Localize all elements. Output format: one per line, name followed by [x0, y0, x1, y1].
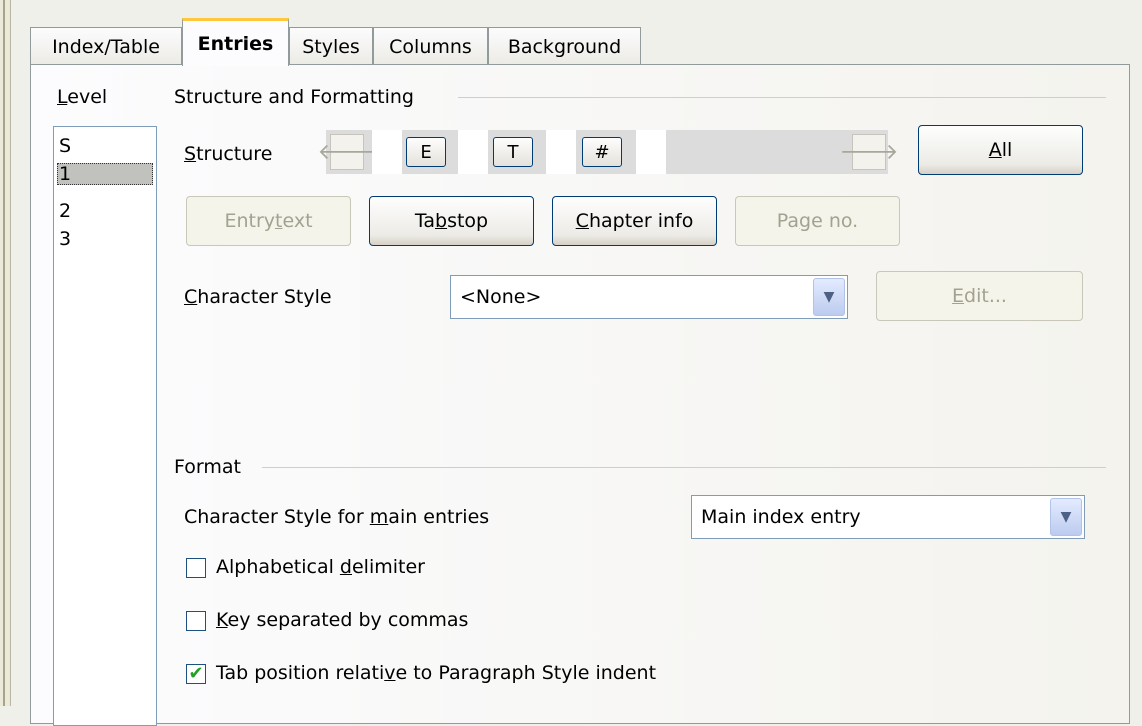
tab-index-table[interactable]: Index/Table — [30, 27, 182, 65]
tab-background[interactable]: Background — [488, 27, 641, 65]
structure-text-slot[interactable] — [636, 130, 666, 174]
character-style-label: Character Style — [184, 286, 332, 308]
tab-label: Entries — [197, 32, 274, 55]
list-item[interactable]: 2 — [59, 200, 71, 222]
tab-position-label: Tab position relative to Paragraph Style… — [216, 662, 657, 684]
structure-formatting-heading: Structure and Formatting — [174, 86, 414, 108]
structure-text-slot[interactable] — [372, 130, 402, 174]
character-style-select[interactable]: <None> ▼ — [450, 275, 848, 319]
chevron-down-icon[interactable]: ▼ — [1050, 498, 1082, 536]
group-divider — [458, 97, 1106, 98]
page-number-button[interactable]: Pa g e no. — [735, 196, 900, 246]
format-heading: Format — [174, 456, 241, 478]
list-item[interactable]: 3 — [59, 228, 71, 250]
tab-label: Index/Table — [52, 35, 160, 58]
tab-stop-button[interactable]: Ta b stop — [369, 196, 534, 246]
main-entries-label: Character Style for main entries — [184, 506, 490, 528]
chevron-down-icon[interactable]: ▼ — [813, 278, 845, 316]
scroll-left-icon[interactable]: 🡐 — [318, 134, 377, 170]
key-separated-label: Key separated by commas — [216, 609, 469, 631]
level-listbox[interactable]: S 1 2 3 — [53, 126, 157, 726]
key-separated-checkbox[interactable] — [186, 611, 206, 631]
tab-entries[interactable]: Entries — [182, 18, 289, 66]
structure-label: Structure — [184, 143, 273, 165]
entry-text-button[interactable]: Entry t ext — [186, 196, 351, 246]
select-value: Main index entry — [701, 506, 861, 528]
token-entry[interactable]: E — [406, 137, 446, 167]
edit-button[interactable]: Edit... — [876, 271, 1083, 321]
tab-position-checkbox[interactable]: ✔ — [186, 664, 206, 684]
chapter-info-button[interactable]: Chapter info — [552, 196, 717, 246]
token-page-number[interactable]: # — [582, 137, 622, 167]
checkmark-icon: ✔ — [188, 663, 204, 684]
list-item-selected[interactable]: 1 — [57, 163, 153, 185]
tab-columns[interactable]: Columns — [373, 27, 488, 65]
tab-label: Columns — [389, 35, 472, 58]
structure-text-slot[interactable] — [458, 130, 488, 174]
all-button[interactable]: All — [918, 125, 1083, 175]
select-value: <None> — [460, 286, 542, 308]
structure-editor[interactable]: 🡐 E T # 🡒 — [318, 130, 899, 174]
structure-text-slot[interactable] — [546, 130, 576, 174]
list-item[interactable]: S — [59, 135, 71, 157]
alphabetical-delimiter-label: Alphabetical delimiter — [216, 556, 425, 578]
tab-label: Background — [507, 35, 622, 58]
tab-label: Styles — [302, 35, 360, 58]
alphabetical-delimiter-checkbox[interactable] — [186, 558, 206, 578]
dialog-frame-edge — [0, 0, 11, 706]
level-label: Level — [57, 86, 108, 108]
main-entries-style-select[interactable]: Main index entry ▼ — [691, 495, 1085, 539]
scroll-right-icon[interactable]: 🡒 — [840, 134, 899, 170]
group-divider — [262, 467, 1106, 468]
tab-styles[interactable]: Styles — [289, 27, 373, 65]
token-tab-stop[interactable]: T — [493, 137, 533, 167]
